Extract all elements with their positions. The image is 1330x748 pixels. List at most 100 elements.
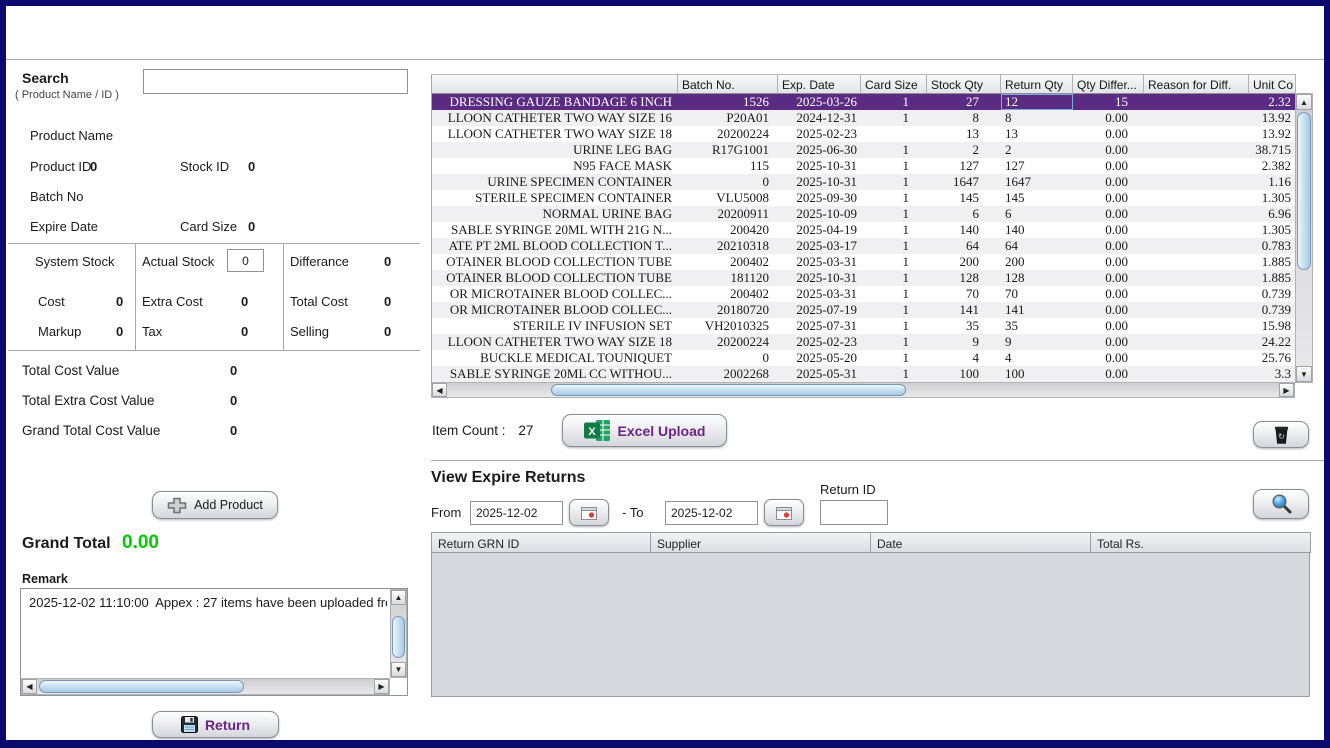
returns-col-total-rs[interactable]: Total Rs. [1091,532,1311,553]
return-qty-cell[interactable]: 35 [1001,318,1073,334]
expire-stock-table[interactable]: Batch No.Exp. DateCard SizeStock QtyRetu… [431,74,1296,382]
return-qty-cell[interactable]: 64 [1001,238,1073,254]
remark-vscroll-thumb[interactable] [392,616,405,658]
return-id-input[interactable] [820,500,888,525]
stock-table-row[interactable]: STERILE IV INFUSION SETVH20103252025-07-… [432,318,1296,334]
remark-hscroll-thumb[interactable] [39,680,244,693]
scroll-right-icon[interactable]: ▶ [374,679,389,694]
card-size-cell: 1 [861,286,927,302]
stock-col-return-qty[interactable]: Return Qty [1001,74,1073,94]
return-qty-cell[interactable]: 100 [1001,366,1073,382]
remark-horizontal-scrollbar[interactable]: ◀ ▶ [21,678,390,695]
remark-vertical-scrollbar[interactable]: ▲ ▼ [390,589,407,678]
card-size-cell: 1 [861,174,927,190]
batch-no-cell: 115 [678,158,778,174]
stock-qty-cell: 9 [927,334,1001,350]
stock-qty-cell: 200 [927,254,1001,270]
stock-table-row[interactable]: OR MICROTAINER BLOOD COLLEC...2018072020… [432,302,1296,318]
return-qty-cell[interactable]: 145 [1001,190,1073,206]
search-input[interactable] [143,69,408,94]
card-size-cell: 1 [861,94,927,110]
scroll-left-icon[interactable]: ◀ [432,383,447,397]
scroll-left-icon[interactable]: ◀ [22,679,37,694]
clear-list-button[interactable]: ↻ [1253,421,1309,448]
from-date-input[interactable] [470,501,563,525]
to-date-picker-button[interactable] [764,499,804,526]
returns-col-date[interactable]: Date [871,532,1091,553]
stock-table-row[interactable]: STERILE SPECIMEN CONTAINERVLU50082025-09… [432,190,1296,206]
return-qty-cell[interactable]: 140 [1001,222,1073,238]
from-date-picker-button[interactable] [569,499,609,526]
batch-no-cell: 20180720 [678,302,778,318]
remark-textarea[interactable]: 2025-12-02 11:10:00 Appex : 27 items hav… [20,588,408,696]
grand-total-cost-value-label: Grand Total Cost Value [22,423,160,438]
batch-no-cell: 0 [678,350,778,366]
stock-table-row[interactable]: LLOON CATHETER TWO WAY SIZE 16P20A012024… [432,110,1296,126]
stock-hscroll-thumb[interactable] [551,384,906,396]
scroll-down-icon[interactable]: ▼ [391,662,406,677]
stock-table-row[interactable]: OTAINER BLOOD COLLECTION TUBE1811202025-… [432,270,1296,286]
stock-col-stock-qty[interactable]: Stock Qty [927,74,1001,94]
stock-col-exp-date[interactable]: Exp. Date [778,74,861,94]
stock-col-product[interactable] [432,74,678,94]
card-size-cell: 1 [861,222,927,238]
unit-cost-cell: 0.739 [1249,302,1296,318]
scroll-up-icon[interactable]: ▲ [391,590,406,605]
actual-stock-input[interactable] [227,249,264,272]
return-qty-cell[interactable]: 127 [1001,158,1073,174]
return-qty-cell[interactable]: 12 [1001,94,1073,110]
return-qty-cell[interactable]: 9 [1001,334,1073,350]
return-qty-cell[interactable]: 4 [1001,350,1073,366]
stats-divider [283,243,284,350]
unit-cost-cell: 1.305 [1249,222,1296,238]
return-qty-cell[interactable]: 141 [1001,302,1073,318]
stock-table-row[interactable]: N95 FACE MASK1152025-10-3111271270.002.3… [432,158,1296,174]
stock-table-row[interactable]: OTAINER BLOOD COLLECTION TUBE2004022025-… [432,254,1296,270]
scroll-right-icon[interactable]: ▶ [1279,383,1294,397]
stock-vscroll-thumb[interactable] [1297,112,1311,270]
returns-col-return-grn-id[interactable]: Return GRN ID [432,532,651,553]
to-date-input[interactable] [665,501,758,525]
return-qty-cell[interactable]: 6 [1001,206,1073,222]
stock-table-row[interactable]: SABLE SYRINGE 20ML CC WITHOU...200226820… [432,366,1296,382]
stock-table-row[interactable]: SABLE SYRINGE 20ML WITH 21G N...20042020… [432,222,1296,238]
add-product-button[interactable]: Add Product [152,491,278,519]
stock-col-qty-diff[interactable]: Qty Differ... [1073,74,1144,94]
search-returns-button[interactable] [1253,489,1309,519]
stock-table-row[interactable]: LLOON CATHETER TWO WAY SIZE 182020022420… [432,334,1296,350]
return-qty-cell[interactable]: 1647 [1001,174,1073,190]
stock-table-row[interactable]: OR MICROTAINER BLOOD COLLEC...2004022025… [432,286,1296,302]
returns-col-supplier[interactable]: Supplier [651,532,871,553]
stock-col-unit-cost[interactable]: Unit Co [1249,74,1296,94]
expire-date-label: Expire Date [30,219,98,234]
stock-table-row[interactable]: NORMAL URINE BAG202009112025-10-091660.0… [432,206,1296,222]
product-cell: LLOON CATHETER TWO WAY SIZE 16 [432,110,678,126]
return-qty-cell[interactable]: 8 [1001,110,1073,126]
qty-diff-cell: 0.00 [1073,270,1144,286]
return-qty-cell[interactable]: 200 [1001,254,1073,270]
stock-table-row[interactable]: LLOON CATHETER TWO WAY SIZE 182020022420… [432,126,1296,142]
exp-date-cell: 2025-09-30 [778,190,861,206]
return-qty-cell[interactable]: 13 [1001,126,1073,142]
return-qty-cell[interactable]: 2 [1001,142,1073,158]
stock-table-row[interactable]: URINE LEG BAGR17G10012025-06-301220.0038… [432,142,1296,158]
stock-table-row[interactable]: ATE PT 2ML BLOOD COLLECTION T...20210318… [432,238,1296,254]
scroll-down-icon[interactable]: ▼ [1296,366,1312,382]
stock-table-row[interactable]: URINE SPECIMEN CONTAINER02025-10-3111647… [432,174,1296,190]
stock-table-row[interactable]: BUCKLE MEDICAL TOUNIQUET02025-05-201440.… [432,350,1296,366]
return-button[interactable]: Return [152,711,279,738]
batch-no-cell: 2002268 [678,366,778,382]
stock-table-row[interactable]: DRESSING GAUZE BANDAGE 6 INCH15262025-03… [432,94,1296,110]
remark-label: Remark [22,572,68,586]
exp-date-cell: 2025-07-19 [778,302,861,318]
stock-vertical-scrollbar[interactable]: ▲ ▼ [1295,93,1313,383]
excel-upload-button[interactable]: X Excel Upload [562,414,727,447]
return-qty-cell[interactable]: 128 [1001,270,1073,286]
stock-col-reason[interactable]: Reason for Diff. [1144,74,1249,94]
scroll-up-icon[interactable]: ▲ [1296,94,1312,110]
return-qty-cell[interactable]: 70 [1001,286,1073,302]
stock-horizontal-scrollbar[interactable]: ◀ ▶ [431,382,1295,398]
stock-col-card-size[interactable]: Card Size [861,74,927,94]
stock-col-batch-no[interactable]: Batch No. [678,74,778,94]
qty-diff-cell: 0.00 [1073,350,1144,366]
